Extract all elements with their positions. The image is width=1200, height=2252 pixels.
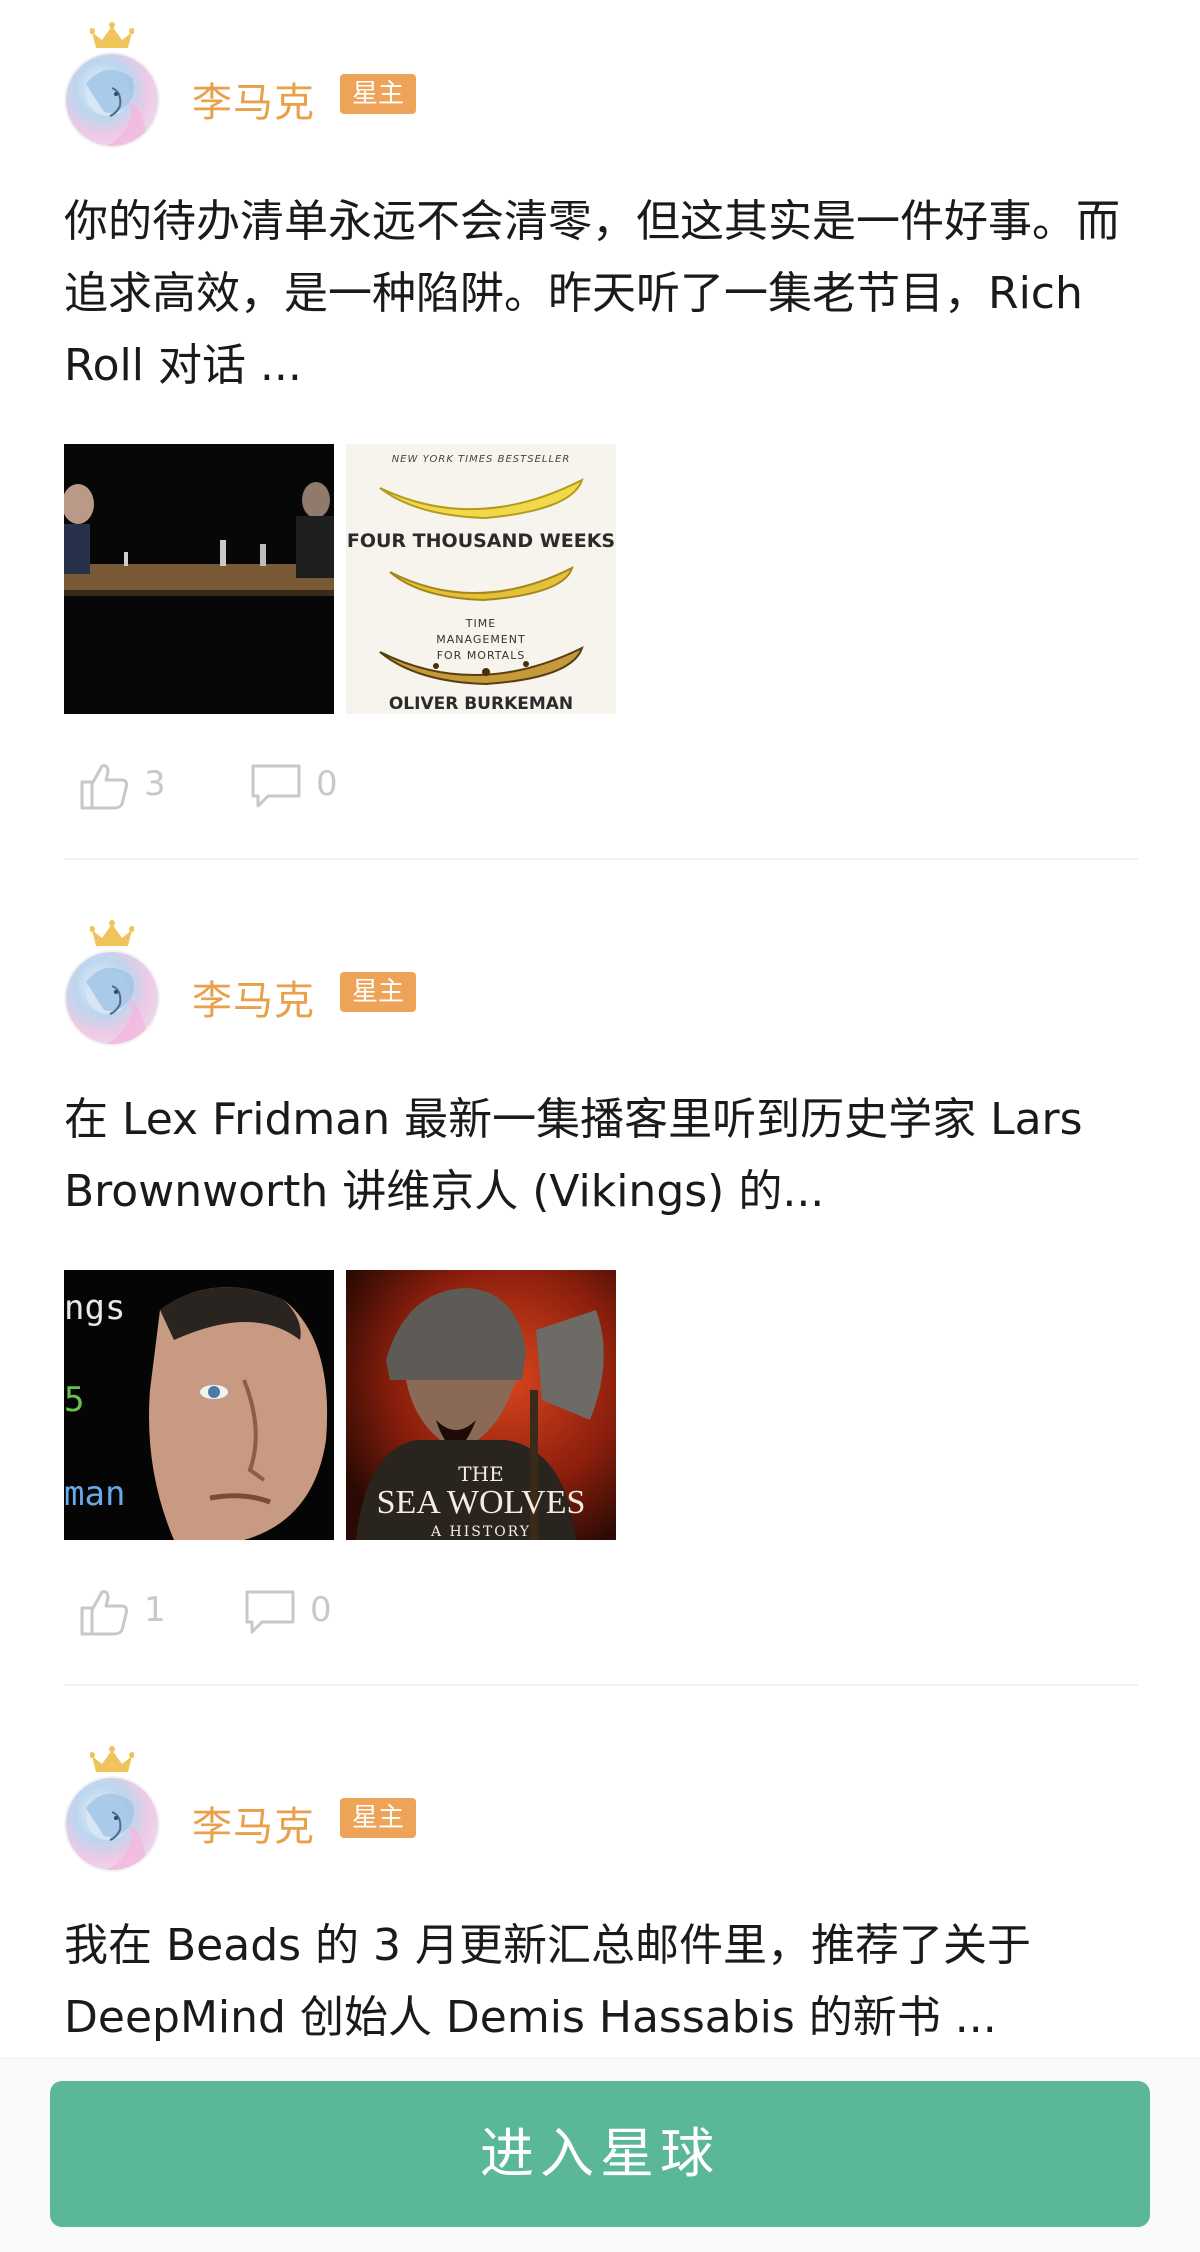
owner-badge: 星主: [340, 74, 417, 114]
book-title: SEA WOLVES: [376, 1484, 586, 1521]
avatar: [64, 950, 160, 1046]
post-images: NEW YORK TIMES BESTSELLER FOUR THOUSAND …: [64, 444, 664, 714]
book-author: OLIVER BURKEMAN: [388, 694, 574, 714]
post-header: 李马克 星主: [64, 898, 1138, 1046]
like-count: 3: [144, 764, 166, 804]
comment-count: 0: [316, 764, 338, 804]
post-actions: 3 0: [78, 756, 578, 816]
book-title: FOUR THOUSAND WEEKS: [346, 530, 616, 552]
post-text[interactable]: 我在 Beads 的 3 月更新汇总邮件里，推荐了关于 DeepMind 创始人…: [64, 1910, 1138, 2054]
thumbs-up-icon: [80, 764, 128, 810]
portrait-overlay-text: ngs: [64, 1288, 126, 1328]
crown-icon: [90, 22, 134, 48]
post-images: ngs 5 man THE SEA WOLVES A HISTORY: [64, 1270, 664, 1540]
post-header: 李马克 星主: [64, 0, 1138, 148]
banana-icon: [379, 646, 584, 686]
post-card[interactable]: 李马克 星主 在 Lex Fridman 最新一集播客里听到历史学家 Lars …: [64, 898, 1138, 1688]
portrait-overlay-text: 5: [64, 1380, 85, 1420]
owner-badge: 星主: [340, 1798, 417, 1838]
author-name[interactable]: 李马克: [192, 1794, 315, 1852]
post-card[interactable]: 李马克 星主 我在 Beads 的 3 月更新汇总邮件里，推荐了关于 DeepM…: [64, 1724, 1138, 2064]
post-divider: [64, 858, 1138, 860]
like-count: 1: [144, 1590, 166, 1630]
crown-icon: [90, 1746, 134, 1772]
crown-icon: [90, 920, 134, 946]
post-image-book-cover[interactable]: THE SEA WOLVES A HISTORY: [346, 1270, 616, 1540]
post-divider: [64, 1684, 1138, 1686]
avatar: [64, 52, 160, 148]
post-card[interactable]: 李马克 星主 你的待办清单永远不会清零，但这其实是一件好事。而追求高效，是一种陷…: [64, 0, 1138, 860]
author-name[interactable]: 李马克: [192, 70, 315, 128]
join-planet-button[interactable]: 进入星球: [50, 2081, 1150, 2227]
comment-button[interactable]: 0: [250, 756, 370, 816]
banana-icon: [389, 566, 574, 602]
comment-count: 0: [310, 1590, 332, 1630]
like-button[interactable]: 1: [78, 1582, 198, 1642]
book-subtitle: A HISTORY: [430, 1524, 532, 1540]
post-text[interactable]: 你的待办清单永远不会清零，但这其实是一件好事。而追求高效，是一种陷阱。昨天听了一…: [64, 186, 1138, 402]
post-header: 李马克 星主: [64, 1724, 1138, 1872]
author-name[interactable]: 李马克: [192, 968, 315, 1026]
comment-icon: [245, 1590, 295, 1634]
banana-icon: [379, 478, 584, 520]
post-image-portrait[interactable]: ngs 5 man: [64, 1270, 334, 1540]
thumbs-up-icon: [80, 1590, 128, 1636]
owner-badge: 星主: [340, 972, 417, 1012]
bottom-bar: 进入星球: [0, 2058, 1200, 2252]
book-top-label: NEW YORK TIMES BESTSELLER: [391, 454, 571, 465]
post-image-video-still[interactable]: [64, 444, 334, 714]
portrait-overlay-text: man: [64, 1474, 126, 1514]
comment-icon: [251, 764, 301, 808]
post-image-book-cover[interactable]: NEW YORK TIMES BESTSELLER FOUR THOUSAND …: [346, 444, 616, 714]
post-text[interactable]: 在 Lex Fridman 最新一集播客里听到历史学家 Lars Brownwo…: [64, 1084, 1138, 1228]
like-button[interactable]: 3: [78, 756, 198, 816]
author-avatar[interactable]: [64, 1746, 162, 1872]
video-still-image: [64, 444, 334, 714]
book-title-small: THE: [458, 1462, 504, 1486]
author-avatar[interactable]: [64, 22, 162, 148]
author-avatar[interactable]: [64, 920, 162, 1046]
avatar: [64, 1776, 160, 1872]
post-actions: 1 0: [78, 1582, 578, 1642]
comment-button[interactable]: 0: [244, 1582, 364, 1642]
